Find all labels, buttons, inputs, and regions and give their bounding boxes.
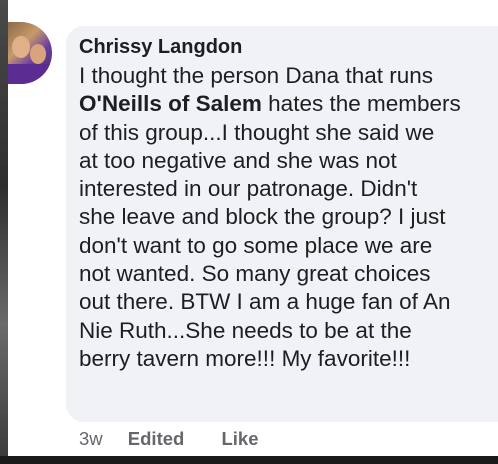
comment-line: at too negative and she was not — [79, 147, 397, 173]
page-mention-link[interactable]: O'Neills of Salem — [79, 91, 262, 116]
avatar-face-right — [30, 44, 46, 64]
comment-line: berry tavern more!!! My favorite!!! — [79, 345, 411, 371]
comment-line: O'Neills of Salem hates the members — [79, 90, 494, 118]
avatar[interactable] — [8, 22, 52, 84]
comment-line: not wanted. So many great choices — [79, 261, 431, 287]
comment-line: interested in our patronage. Didn't — [79, 176, 418, 202]
comment-text: I thought the person Dana that runs O'Ne… — [79, 62, 494, 373]
comment-line: I thought the person Dana that runs — [79, 63, 433, 88]
bottom-edge-bar — [0, 456, 498, 464]
comment-timestamp[interactable]: 3w — [79, 428, 103, 450]
comment-line-rest: hates the members — [261, 91, 461, 117]
comment-author[interactable]: Chrissy Langdon — [79, 36, 242, 59]
left-edge-strip — [0, 0, 8, 464]
avatar-shirt — [8, 64, 52, 84]
comment-line: Nie Ruth...She needs to be at the — [79, 317, 412, 343]
comment-line: she leave and block the group? I just — [79, 204, 446, 230]
comment-line: of this group...I thought she said we — [79, 119, 435, 145]
comment-actions: 3w Edited Like — [79, 428, 259, 450]
like-button[interactable]: Like — [221, 428, 258, 450]
comment-line: don't want to go some place we are — [79, 232, 433, 258]
avatar-face-left — [12, 36, 30, 58]
edited-label[interactable]: Edited — [128, 428, 185, 450]
comment-line: out there. BTW I am a huge fan of An — [79, 289, 451, 315]
